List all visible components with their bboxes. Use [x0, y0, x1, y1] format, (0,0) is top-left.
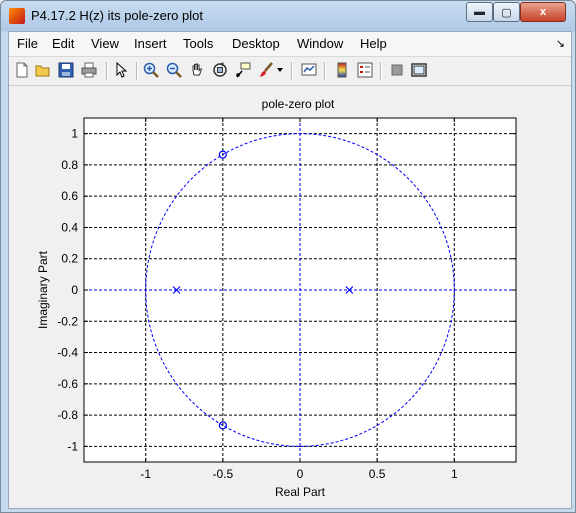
insert-legend-icon[interactable] — [355, 60, 375, 80]
y-tick-label: -0.4 — [57, 346, 78, 360]
save-icon[interactable] — [56, 60, 76, 80]
data-cursor-icon[interactable] — [233, 60, 253, 80]
show-plot-tools-icon[interactable] — [409, 60, 429, 80]
y-tick-label: -0.8 — [57, 408, 78, 422]
brush-dropdown-icon[interactable] — [275, 60, 285, 80]
menu-insert[interactable]: Insert — [134, 36, 167, 51]
pan-hand-icon[interactable] — [187, 60, 207, 80]
x-tick-label: -1 — [140, 467, 151, 481]
toolbar-separator — [324, 62, 326, 80]
y-tick-label: 0.4 — [61, 220, 78, 234]
print-icon[interactable] — [79, 60, 99, 80]
y-tick-label: 0.8 — [61, 158, 78, 172]
y-tick-label: -1 — [67, 439, 78, 453]
hide-plot-tools-icon[interactable] — [387, 60, 407, 80]
figure-client-area: File Edit View Insert Tools Desktop Wind… — [8, 31, 572, 509]
toolbar-separator — [291, 62, 293, 80]
x-tick-label: 0 — [297, 467, 304, 481]
x-axis-label: Real Part — [275, 485, 326, 499]
y-tick-label: -0.2 — [57, 314, 78, 328]
menu-file[interactable]: File — [17, 36, 38, 51]
x-tick-label: 1 — [451, 467, 458, 481]
toolbar-separator — [106, 62, 108, 80]
link-plot-icon[interactable] — [299, 60, 319, 80]
menu-view[interactable]: View — [91, 36, 119, 51]
brush-icon[interactable] — [256, 60, 276, 80]
open-file-icon[interactable] — [33, 60, 53, 80]
y-tick-label: -0.6 — [57, 377, 78, 391]
y-tick-label: 0.6 — [61, 189, 78, 203]
insert-colorbar-icon[interactable] — [332, 60, 352, 80]
maximize-button[interactable]: ▢ — [493, 2, 520, 22]
zoom-out-icon[interactable] — [164, 60, 184, 80]
toolbar-separator — [380, 62, 382, 80]
y-tick-label: 0 — [71, 283, 78, 297]
menu-desktop[interactable]: Desktop — [232, 36, 280, 51]
select-arrow-icon[interactable] — [111, 60, 131, 80]
figure-toolbar — [9, 57, 571, 86]
y-tick-label: 1 — [71, 127, 78, 141]
chart-title: pole-zero plot — [262, 97, 335, 111]
toolbar-separator — [136, 62, 138, 80]
title-bar[interactable]: P4.17.2 H(z) its pole-zero plot ▬ ▢ x — [1, 1, 575, 31]
new-figure-icon[interactable] — [12, 60, 32, 80]
y-axis-label: Imaginary Part — [36, 250, 50, 329]
dock-icon[interactable]: ↘ — [556, 37, 565, 50]
menu-tools[interactable]: Tools — [183, 36, 213, 51]
menu-bar: File Edit View Insert Tools Desktop Wind… — [9, 32, 571, 57]
close-button[interactable]: x — [520, 2, 566, 22]
window-title: P4.17.2 H(z) its pole-zero plot — [31, 8, 203, 23]
y-tick-label: 0.2 — [61, 252, 78, 266]
menu-window[interactable]: Window — [297, 36, 343, 51]
menu-edit[interactable]: Edit — [52, 36, 74, 51]
x-tick-label: -0.5 — [213, 467, 234, 481]
matlab-icon — [9, 8, 25, 24]
menu-help[interactable]: Help — [360, 36, 387, 51]
maximize-icon: ▢ — [501, 6, 512, 19]
pole-zero-chart: pole-zero plot -1 -0.5 0 0.5 1 1 0.8 0.6 0.4 0.2 0… — [36, 97, 517, 499]
figure-canvas: pole-zero plot -1 -0.5 0 0.5 1 1 0.8 0.6 0.4 0.2 0… — [9, 86, 571, 508]
close-icon: x — [539, 6, 547, 18]
figure-window: P4.17.2 H(z) its pole-zero plot ▬ ▢ x Fi… — [0, 0, 576, 513]
rotate-3d-icon[interactable] — [210, 60, 230, 80]
minimize-icon: ▬ — [474, 6, 485, 18]
x-tick-label: 0.5 — [369, 467, 386, 481]
zoom-in-icon[interactable] — [141, 60, 161, 80]
minimize-button[interactable]: ▬ — [466, 2, 493, 22]
